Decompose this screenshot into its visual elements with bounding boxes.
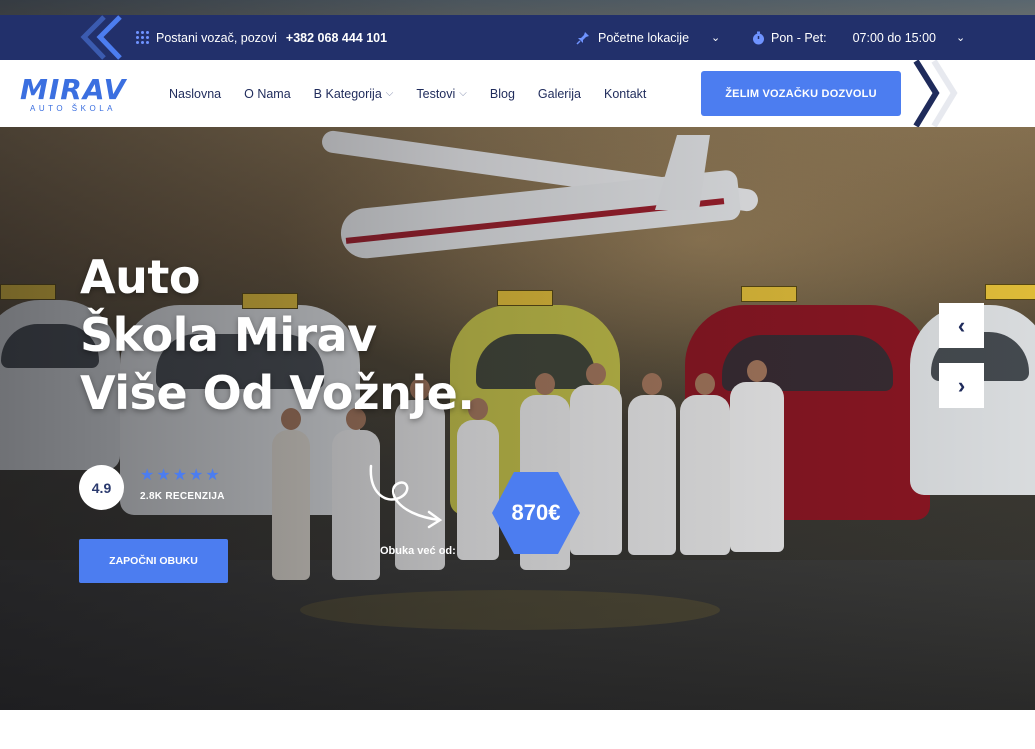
rating-score: 4.9 — [79, 465, 124, 510]
chevron-down-icon: ⌄ — [711, 32, 721, 44]
hero-title-line: Škola Mirav — [80, 308, 377, 362]
logo-word: MIRAV — [20, 73, 127, 106]
phone-number[interactable]: +382 068 444 101 — [286, 31, 387, 45]
chevron-down-icon: ⌵ — [385, 88, 394, 99]
dots-grid-icon — [136, 30, 150, 45]
chevron-down-icon: ⌵ — [459, 88, 467, 99]
nav-item-label: Naslovna — [169, 86, 222, 101]
logo[interactable]: MIRAV AUTO ŠKOLA — [20, 73, 142, 114]
main-navbar: MIRAV AUTO ŠKOLA Naslovna O Nama B Kateg… — [0, 60, 1035, 127]
reviews-count: 2.8K RECENZIJA — [140, 491, 225, 502]
star-icon: ★ — [205, 467, 220, 484]
nav-item-label: Galerija — [537, 86, 581, 101]
nav-item-naslovna[interactable]: Naslovna — [169, 87, 221, 101]
nav-item-label: B Kategorija — [313, 86, 382, 101]
stopwatch-icon — [753, 31, 764, 44]
hero-title-line: Auto — [80, 250, 200, 304]
chevron-down-icon: ⌄ — [956, 32, 966, 44]
topbar-contact[interactable]: Postani vozač, pozovi +382 068 444 101 — [136, 15, 387, 60]
contact-text: Postani vozač, pozovi — [156, 30, 277, 45]
slider-prev-button[interactable]: ‹ — [939, 303, 984, 348]
nav-item-blog[interactable]: Blog — [490, 87, 515, 101]
hero-title: Auto Škola Mirav Više Od Vožnje. — [80, 248, 550, 422]
nav-item-galerija[interactable]: Galerija — [538, 87, 581, 101]
nav-menu: Naslovna O Nama B Kategorija ⌵ Testovi ⌵ B… — [169, 60, 646, 127]
hours-time: 07:00 do 15:00 — [852, 30, 937, 45]
slider-next-button[interactable]: › — [939, 363, 984, 408]
nav-item-kontakt[interactable]: Kontakt — [604, 87, 646, 101]
nav-item-label: Kontakt — [603, 86, 647, 101]
chevron-right-icon: › — [957, 372, 966, 398]
nav-item-label: Blog — [489, 86, 515, 101]
locations-dropdown[interactable]: Početne lokacije ⌄ — [576, 15, 720, 60]
working-hours-dropdown[interactable]: Pon - Pet: 07:00 do 15:00 ⌄ — [752, 15, 965, 60]
hours-days: Pon - Pet: — [771, 30, 827, 45]
star-icon: ★ — [156, 467, 171, 484]
double-chevron-right-icon — [913, 60, 958, 127]
star-icon: ★ — [189, 467, 204, 484]
price-label: Obuka već od: — [380, 545, 456, 557]
star-icon: ★ — [140, 467, 155, 484]
nav-item-o-nama[interactable]: O Nama — [244, 87, 291, 101]
star-icon: ★ — [172, 467, 188, 484]
nav-item-b-kategorija[interactable]: B Kategorija ⌵ — [314, 87, 394, 101]
nav-item-label: O Nama — [244, 86, 291, 101]
hero-title-line: Više Od Vožnje. — [80, 366, 475, 420]
rating-stars: ★ ★ ★ ★ ★ — [140, 468, 220, 484]
pin-icon — [576, 31, 589, 45]
top-info-bar: Postani vozač, pozovi +382 068 444 101 P… — [0, 15, 1035, 60]
nav-item-testovi[interactable]: Testovi ⌵ — [416, 87, 467, 101]
chevron-left-icon: ‹ — [957, 312, 966, 338]
start-training-button[interactable]: ZAPOČNI OBUKU — [79, 539, 228, 583]
double-chevron-left-icon — [80, 15, 122, 60]
curly-arrow-icon — [369, 464, 443, 529]
locations-label: Početne lokacije — [598, 30, 690, 45]
nav-item-label: Testovi — [416, 86, 456, 101]
driving-license-cta-button[interactable]: ŽELIM VOZAČKU DOZVOLU — [701, 71, 901, 116]
